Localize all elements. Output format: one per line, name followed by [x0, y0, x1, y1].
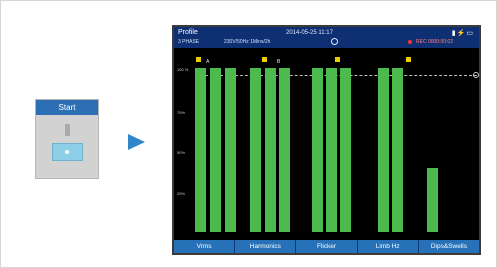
chart-bar	[392, 68, 403, 232]
chart-bar	[378, 68, 389, 232]
tab-bar: Vrms Harmonics Flicker Limb Hz Dips&Swel…	[174, 240, 480, 253]
start-key-button[interactable]	[52, 143, 83, 161]
marker-label-a: A	[206, 59, 210, 65]
clock-icon	[331, 38, 338, 45]
plug-icon: ⚡	[456, 30, 467, 37]
chart-bar	[250, 68, 261, 232]
record-status: REC 0000:00:02	[416, 39, 453, 45]
chart-bar	[195, 68, 206, 232]
handle-icon	[65, 124, 70, 136]
tab-vrms[interactable]: Vrms	[174, 240, 236, 253]
start-panel: Start	[35, 99, 99, 179]
page-frame: Start Profile 3 PHASE 230V/50Hz 1Mins/2h…	[0, 0, 497, 268]
key-dot-icon	[65, 150, 69, 154]
tab-flicker[interactable]: Flicker	[296, 240, 358, 253]
y-tick-75: 75%	[177, 110, 186, 115]
y-tick-25: 25%	[177, 191, 186, 196]
screen-subtitle: 3 PHASE	[178, 39, 200, 45]
chart-bar	[210, 68, 221, 232]
screen-readings: 230V/50Hz 1Mins/2h	[224, 39, 271, 45]
y-tick-100: 100 %	[177, 67, 189, 72]
target-icon	[473, 72, 479, 78]
tab-dips-swells[interactable]: Dips&Swells	[418, 240, 480, 253]
chart-bar	[279, 68, 290, 232]
chart-bar	[340, 68, 351, 232]
screen-datetime: 2014-05-25 11:17	[286, 30, 333, 36]
tab-harmonics[interactable]: Harmonics	[235, 240, 297, 253]
chart-bar	[326, 68, 337, 232]
y-tick-50: 50%	[177, 150, 186, 155]
screen-header: Profile 3 PHASE 230V/50Hz 1Mins/2h 2014-…	[174, 27, 479, 48]
chart-bar	[225, 68, 236, 232]
status-icons: ▮⚡▭	[452, 29, 474, 37]
event-marker	[406, 57, 411, 62]
battery-icon: ▭	[466, 30, 474, 37]
device-screen: Profile 3 PHASE 230V/50Hz 1Mins/2h 2014-…	[172, 25, 481, 255]
chart-bar	[312, 68, 323, 232]
chart-bar	[427, 168, 438, 232]
event-marker	[262, 57, 267, 62]
record-icon	[408, 40, 412, 44]
chart-bar	[265, 68, 276, 232]
event-marker	[196, 57, 201, 62]
start-button[interactable]: Start	[36, 100, 98, 115]
arrow-right-icon	[128, 134, 145, 150]
marker-label-b: B	[277, 59, 281, 65]
bar-chart: 100 % 75% 50% 25% A B	[174, 48, 479, 240]
event-marker	[335, 57, 340, 62]
screen-title: Profile	[178, 29, 198, 36]
tab-limb-hz[interactable]: Limb Hz	[357, 240, 419, 253]
